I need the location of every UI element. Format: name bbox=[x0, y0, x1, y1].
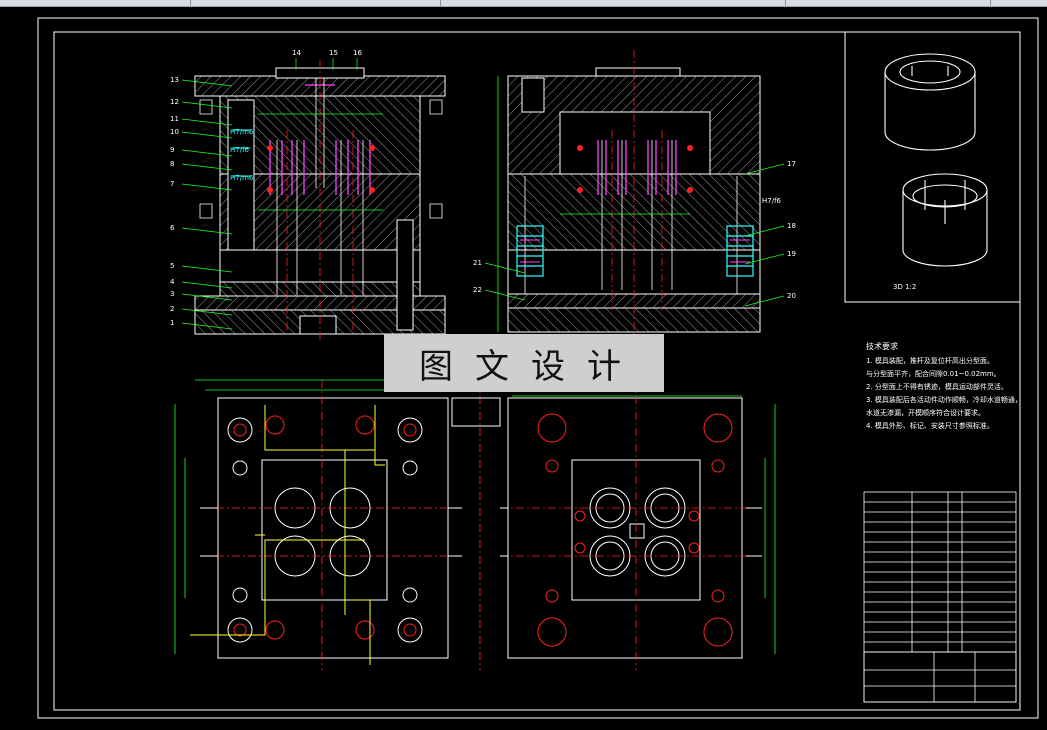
section-view-left bbox=[194, 60, 446, 340]
callout-label: 15 bbox=[329, 49, 338, 57]
fit-tolerance-label: H7/m6 bbox=[230, 174, 254, 182]
callout-label: 1 bbox=[170, 319, 174, 327]
callout-label: 21 bbox=[473, 259, 482, 267]
callout-label: 22 bbox=[473, 286, 482, 294]
notes-line: 4. 模具外形、标记、安装尺寸参照标准。 bbox=[866, 422, 994, 430]
plan-view-right bbox=[500, 380, 776, 670]
callout-label: 9 bbox=[170, 146, 174, 154]
fit-tolerance-label: H7/m6 bbox=[230, 128, 254, 136]
section-view-right bbox=[497, 50, 761, 340]
callout-label: 14 bbox=[292, 49, 301, 57]
callout-label: 19 bbox=[787, 250, 796, 258]
callout-label: 11 bbox=[170, 115, 179, 123]
sprue-block bbox=[451, 397, 501, 427]
notes-line: 水道无渗漏，开模顺序符合设计要求。 bbox=[866, 409, 985, 417]
callout-label: 8 bbox=[170, 160, 174, 168]
view3d-frame bbox=[844, 31, 1021, 303]
callout-label: 12 bbox=[170, 98, 179, 106]
callout-label: 6 bbox=[170, 224, 175, 232]
callout-label: 3 bbox=[170, 290, 174, 298]
callout-label: 10 bbox=[170, 128, 179, 136]
title-block bbox=[863, 491, 1017, 703]
fit-tolerance-label: H7/f6 bbox=[230, 146, 250, 154]
notes-title: 技术要求 bbox=[866, 342, 898, 351]
callout-label: 5 bbox=[170, 262, 174, 270]
callout-label: 16 bbox=[353, 49, 362, 57]
notes-line: 2. 分型面上不得有锈迹，模具运动部件灵活。 bbox=[866, 383, 1008, 391]
view3d-scale-label: 3D 1:2 bbox=[893, 283, 917, 291]
callout-label: 13 bbox=[170, 76, 179, 84]
callout-label: 2 bbox=[170, 305, 174, 313]
callout-label: 18 bbox=[787, 222, 796, 230]
part-3d-view bbox=[884, 53, 988, 267]
callout-label: 17 bbox=[787, 160, 796, 168]
fit-tolerance-label: H7/f6 bbox=[762, 197, 782, 205]
callout-label: 7 bbox=[170, 180, 174, 188]
technical-notes: 技术要求 1. 模具装配，推杆及复位杆高出分型面。 与分型面平齐，配合间隙0.0… bbox=[866, 340, 1036, 433]
notes-line: 1. 模具装配，推杆及复位杆高出分型面。 bbox=[866, 357, 994, 365]
callout-label: 4 bbox=[170, 278, 175, 286]
plan-view-left bbox=[174, 379, 481, 670]
callout-label: 20 bbox=[787, 292, 796, 300]
watermark: 图文设计 bbox=[384, 334, 664, 392]
notes-line: 与分型面平齐，配合间隙0.01~0.02mm。 bbox=[866, 370, 1001, 378]
notes-line: 3. 模具装配后各活动件动作顺畅，冷却水道畅通， bbox=[866, 396, 1022, 404]
